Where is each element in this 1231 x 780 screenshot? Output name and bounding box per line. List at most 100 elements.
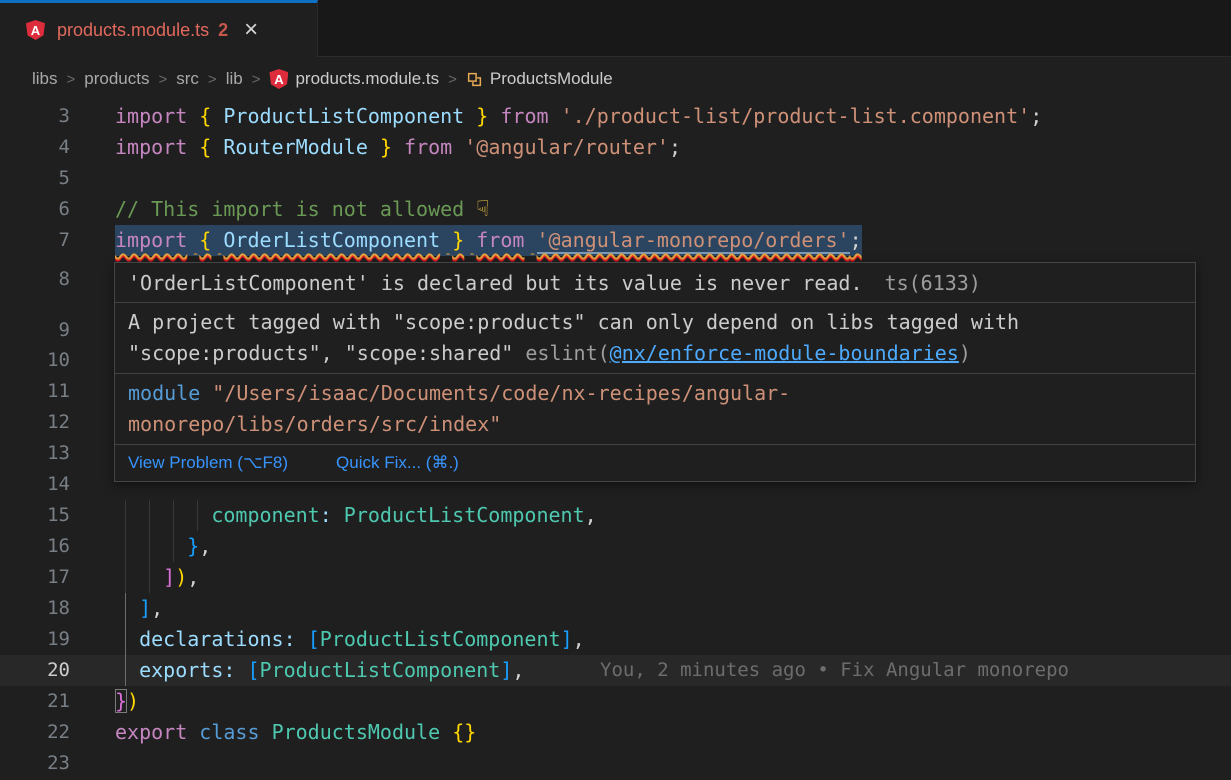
- code-line-20[interactable]: exports: [ProductListComponent],You, 2 m…: [0, 655, 1231, 686]
- code-line-text: ],: [115, 593, 163, 624]
- code-token: ): [175, 565, 187, 589]
- code-token: [488, 104, 500, 128]
- code-token: // This import is not allowed: [115, 197, 476, 221]
- chevron-right-icon: >: [67, 71, 76, 88]
- code-line-5[interactable]: [0, 163, 1231, 194]
- code-line-text: },: [115, 531, 211, 562]
- code-token: [332, 503, 344, 527]
- breadcrumb-item-products[interactable]: products: [84, 69, 149, 89]
- code-token: RouterModule: [223, 135, 368, 159]
- code-token: component: [211, 503, 319, 527]
- tab-problem-badge: 2: [218, 20, 228, 41]
- code-line-text: // This import is not allowed ☟: [115, 194, 489, 225]
- code-line-19[interactable]: declarations: [ProductListComponent],: [0, 624, 1231, 655]
- code-token: ,: [151, 596, 163, 620]
- code-line-text: component: ProductListComponent,: [115, 500, 597, 531]
- hover-eslint-error: A project tagged with "scope:products" c…: [115, 303, 1195, 374]
- hover-ts-error: 'OrderListComponent' is declared but its…: [115, 263, 1195, 303]
- error-squiggle-region: import { OrderListComponent } from '@ang…: [115, 228, 862, 254]
- code-token: {: [199, 228, 211, 252]
- code-line-3[interactable]: import { ProductListComponent } from './…: [0, 101, 1231, 132]
- code-line-text: exports: [ProductListComponent],: [115, 655, 524, 686]
- code-token: {}: [452, 720, 476, 744]
- code-token: [440, 228, 452, 252]
- code-token: [187, 135, 199, 159]
- code-line-6[interactable]: // This import is not allowed ☟: [0, 194, 1231, 225]
- code-token: :: [284, 627, 296, 651]
- code-token: [115, 658, 139, 682]
- code-token: [235, 658, 247, 682]
- code-token: import: [115, 135, 187, 159]
- breadcrumb-item-lib[interactable]: lib: [226, 69, 243, 89]
- chevron-right-icon: >: [252, 71, 261, 88]
- code-line-18[interactable]: ],: [0, 593, 1231, 624]
- code-token: ): [127, 689, 139, 713]
- code-line-16[interactable]: },: [0, 531, 1231, 562]
- code-line-15[interactable]: component: ProductListComponent,: [0, 500, 1231, 531]
- code-token: ]: [139, 596, 151, 620]
- code-token: ;: [1030, 104, 1042, 128]
- code-token: :: [320, 503, 332, 527]
- code-token: }: [187, 534, 199, 558]
- code-line-7[interactable]: import { OrderListComponent } from '@ang…: [0, 225, 1231, 256]
- close-icon[interactable]: ×: [244, 18, 258, 42]
- tab-label: products.module.ts: [57, 20, 209, 41]
- code-line-17[interactable]: ]),: [0, 562, 1231, 593]
- code-token: '@angular-monorepo/orders': [537, 228, 850, 254]
- code-token: '@angular/router': [464, 135, 669, 159]
- code-token: [187, 720, 199, 744]
- vscode-window: A products.module.ts 2 × libs > products…: [0, 0, 1231, 780]
- chevron-right-icon: >: [448, 71, 457, 88]
- class-symbol-icon: [466, 71, 483, 88]
- code-line-4[interactable]: import { RouterModule } from '@angular/r…: [0, 132, 1231, 163]
- code-token: class: [199, 720, 259, 744]
- code-token: OrderListComponent: [223, 228, 440, 252]
- code-token: [115, 534, 187, 558]
- code-token: ProductListComponent: [223, 104, 464, 128]
- code-token: ProductListComponent: [260, 658, 501, 682]
- code-token: from: [476, 228, 524, 252]
- code-token: [296, 627, 308, 651]
- code-line-text: import { OrderListComponent } from '@ang…: [115, 225, 862, 256]
- module-path-line1: module"/Users/isaac/Documents/code/nx-re…: [128, 378, 1182, 409]
- eslint-rule-link[interactable]: @nx/enforce-module-boundaries: [610, 341, 959, 365]
- code-token: {: [199, 104, 211, 128]
- view-problem-action[interactable]: View Problem (⌥F8): [128, 453, 288, 473]
- code-token: [: [247, 658, 259, 682]
- code-token: [: [308, 627, 320, 651]
- breadcrumb-item-symbol[interactable]: ProductsModule: [466, 69, 613, 89]
- code-token: [187, 228, 199, 252]
- code-line-22[interactable]: export class ProductsModule {}: [0, 717, 1231, 748]
- code-token: }: [476, 104, 488, 128]
- breadcrumb-item-src[interactable]: src: [176, 69, 199, 89]
- code-token: [211, 228, 223, 252]
- code-line-text: }): [115, 686, 139, 717]
- code-line-21[interactable]: }): [0, 686, 1231, 717]
- code-token: ;: [669, 135, 681, 159]
- code-token: [452, 135, 464, 159]
- code-token: [211, 104, 223, 128]
- chevron-right-icon: >: [208, 71, 217, 88]
- code-token: exports: [139, 658, 223, 682]
- quick-fix-action[interactable]: Quick Fix... (⌘.): [336, 453, 459, 473]
- code-line-23[interactable]: [0, 748, 1231, 779]
- code-token: from: [404, 135, 452, 159]
- code-token: ]: [163, 565, 175, 589]
- hover-module-info: module"/Users/isaac/Documents/code/nx-re…: [115, 374, 1195, 445]
- code-token: ,: [187, 565, 199, 589]
- code-token: ;: [850, 228, 862, 252]
- breadcrumb-item-libs[interactable]: libs: [32, 69, 58, 89]
- code-token: from: [500, 104, 548, 128]
- code-token: [392, 135, 404, 159]
- code-token: ,: [573, 627, 585, 651]
- breadcrumb: libs > products > src > lib > A products…: [0, 57, 1231, 101]
- tab-products-module[interactable]: A products.module.ts 2 ×: [0, 0, 318, 57]
- code-token: ,: [199, 534, 211, 558]
- eslint-message-line1: A project tagged with "scope:products" c…: [128, 307, 1182, 338]
- code-line-text: declarations: [ProductListComponent],: [115, 624, 585, 655]
- code-token: './product-list/product-list.component': [561, 104, 1031, 128]
- angular-icon: A: [269, 69, 288, 89]
- code-token: declarations: [139, 627, 284, 651]
- chevron-right-icon: >: [158, 71, 167, 88]
- breadcrumb-item-file[interactable]: A products.module.ts: [269, 69, 439, 89]
